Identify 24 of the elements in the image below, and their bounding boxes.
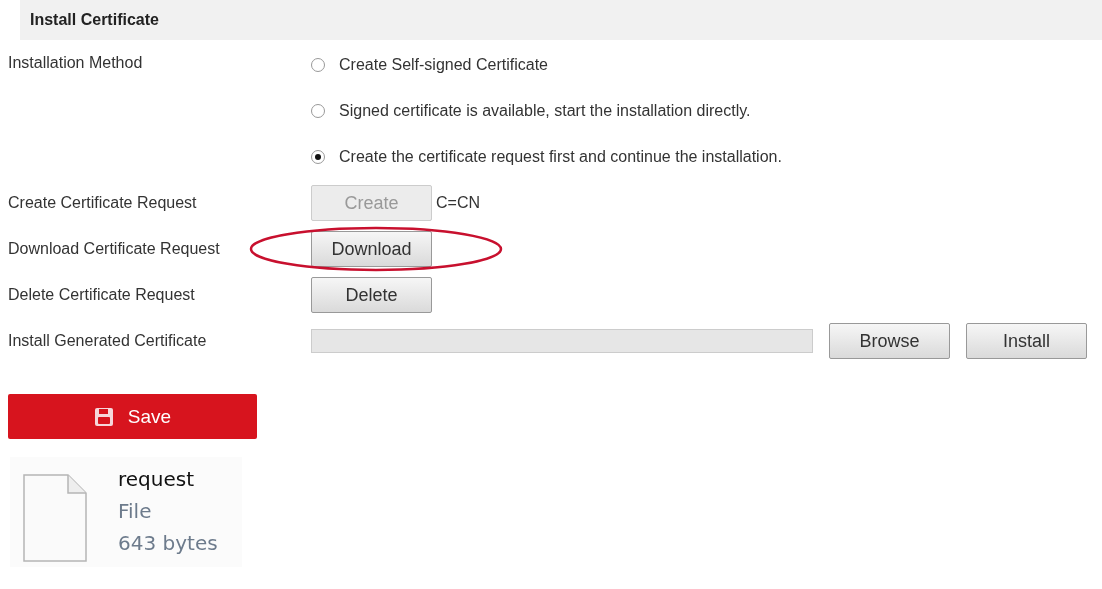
file-icon (22, 473, 88, 563)
action-button[interactable]: Delete (311, 277, 432, 313)
save-button[interactable]: Save (8, 394, 257, 439)
file-size: 643 bytes (118, 530, 218, 557)
file-path-field[interactable] (311, 329, 813, 353)
file-type: File (118, 498, 153, 525)
radio-button[interactable] (311, 58, 325, 72)
radio-button[interactable] (311, 150, 325, 164)
section-title: Install Certificate (30, 11, 159, 29)
field-label: Create Certificate Request (8, 194, 198, 212)
field-label: Delete Certificate Request (8, 286, 196, 304)
field-label: Installation Method (8, 53, 144, 72)
action-button[interactable]: Browse (829, 323, 950, 359)
radio-button[interactable] (311, 104, 325, 118)
field-label: Install Generated Certificate (8, 332, 208, 350)
action-button[interactable]: Download (311, 231, 432, 267)
certificate-subject: C=CN (436, 194, 480, 212)
file-tile[interactable]: request File 643 bytes (10, 457, 242, 567)
radio-option[interactable]: Create Self-signed Certificate (311, 42, 782, 88)
radio-option[interactable]: Signed certificate is available, start the installation directly. (311, 88, 782, 134)
action-button[interactable]: Install (966, 323, 1087, 359)
field-label: Download Certificate Request (8, 240, 221, 258)
radio-option[interactable]: Create the certificate request first and continue the installation. (311, 134, 782, 180)
file-name: request (118, 466, 196, 493)
